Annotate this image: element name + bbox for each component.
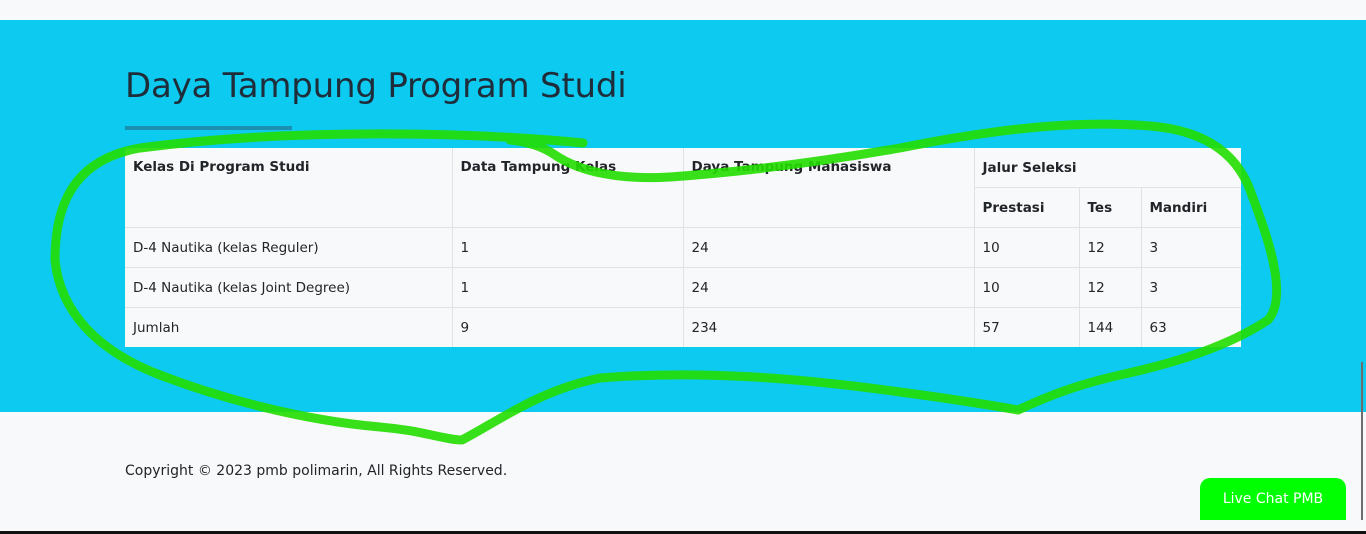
cell-prestasi: 10 (973, 267, 1080, 308)
header-prestasi: Prestasi (974, 187, 1080, 228)
cell-mandiri: 3 (1140, 227, 1242, 268)
cell-data-tampung: 1 (451, 267, 684, 308)
header-tes: Tes (1078, 187, 1142, 228)
cell-data-tampung: 9 (451, 307, 684, 347)
cell-daya-tampung: 234 (682, 307, 975, 347)
cell-tes: 144 (1078, 307, 1142, 347)
header-daya-tampung: Daya Tampung Mahasiswa (682, 148, 975, 228)
live-chat-button[interactable]: Live Chat PMB (1200, 478, 1346, 520)
header-data-tampung: Data Tampung Kelas (451, 148, 684, 228)
cell-mandiri: 63 (1140, 307, 1242, 347)
cell-kelas: D-4 Nautika (kelas Reguler) (125, 227, 453, 268)
cell-data-tampung: 1 (451, 227, 684, 268)
cell-daya-tampung: 24 (682, 227, 975, 268)
table-total-row: Jumlah 9 234 57 144 63 (125, 307, 1242, 347)
cell-mandiri: 3 (1140, 267, 1242, 308)
page-scrollbar[interactable] (1361, 362, 1363, 520)
cell-daya-tampung: 24 (682, 267, 975, 308)
section-title: Daya Tampung Program Studi (125, 66, 627, 106)
table-header-row: Kelas Di Program Studi Data Tampung Kela… (125, 148, 1242, 228)
top-strip (0, 0, 1366, 20)
cell-kelas: Jumlah (125, 307, 453, 347)
cell-tes: 12 (1078, 227, 1142, 268)
cell-prestasi: 57 (973, 307, 1080, 347)
cell-kelas: D-4 Nautika (kelas Joint Degree) (125, 267, 453, 308)
title-underline (125, 126, 292, 130)
table-row: D-4 Nautika (kelas Reguler) 1 24 10 12 3 (125, 227, 1242, 268)
header-kelas: Kelas Di Program Studi (125, 148, 453, 228)
capacity-table: Kelas Di Program Studi Data Tampung Kela… (125, 148, 1242, 347)
header-jalur-seleksi: Jalur Seleksi (973, 148, 1242, 188)
cell-tes: 12 (1078, 267, 1142, 308)
copyright-text: Copyright © 2023 pmb polimarin, All Righ… (125, 463, 508, 479)
header-mandiri: Mandiri (1140, 187, 1242, 228)
table-row: D-4 Nautika (kelas Joint Degree) 1 24 10… (125, 267, 1242, 308)
cell-prestasi: 10 (973, 227, 1080, 268)
